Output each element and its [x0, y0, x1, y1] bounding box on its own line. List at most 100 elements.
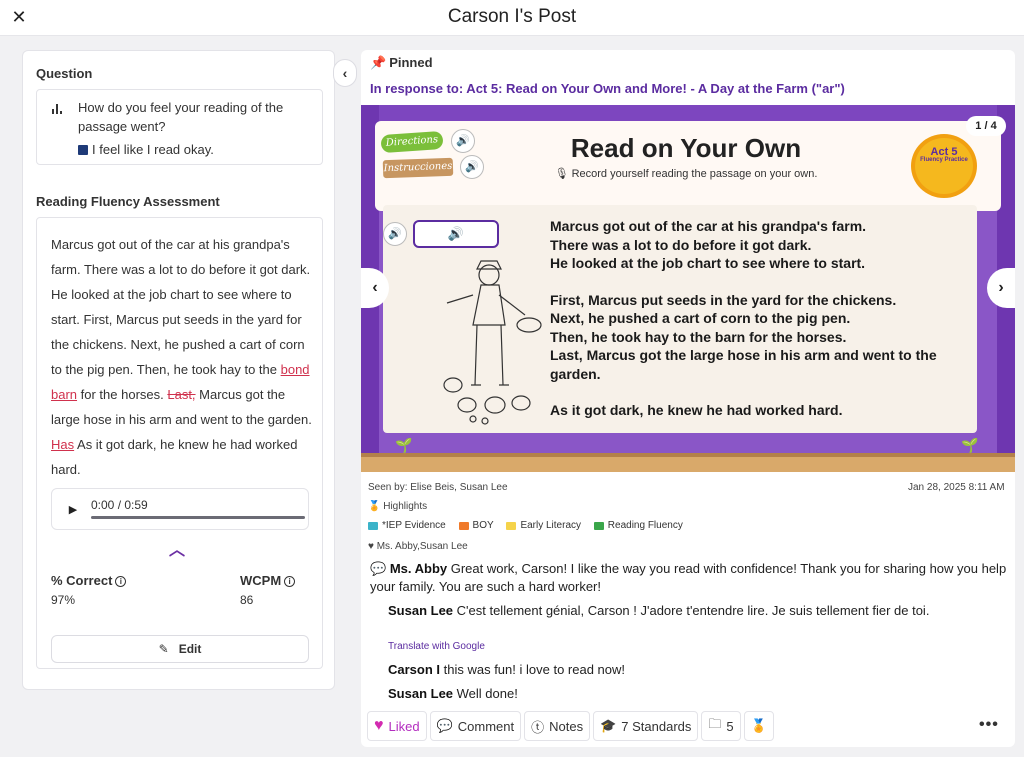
comment-author: Susan Lee	[388, 603, 454, 618]
passage-line: There was a lot to do before it got dark…	[550, 236, 812, 253]
question-box: How do you feel your reading of the pass…	[36, 89, 323, 165]
likes-row: ♥ Ms. Abby,Susan Lee	[368, 541, 468, 552]
activity-image: Directions Instrucciones 🔊 🔊 Read on You…	[361, 105, 1015, 472]
info-icon[interactable]: i	[115, 576, 127, 587]
error-word[interactable]: Has	[51, 437, 74, 452]
pinned-label: Pinned	[389, 55, 433, 70]
notes-label: Notes	[549, 718, 584, 734]
collapse-panel-button[interactable]: ‹	[333, 59, 357, 87]
rfa-label: Reading Fluency Assessment	[36, 194, 220, 209]
tag[interactable]: Early Literacy	[506, 520, 581, 531]
notes-button[interactable]: ⓣ Notes	[524, 711, 591, 741]
pin-icon: 📌	[370, 55, 387, 70]
error-word[interactable]: bond	[281, 362, 310, 377]
heart-icon: ♥	[368, 541, 374, 552]
award-icon: 🏅	[750, 718, 767, 733]
tag[interactable]: Reading Fluency	[593, 520, 683, 531]
microphone-icon: 🎙	[554, 168, 572, 180]
pencil-icon: ✎	[158, 642, 169, 656]
sprout-icon: 🌱	[961, 437, 979, 453]
comment-author: Carson I	[388, 662, 441, 677]
pinned-indicator: 📌 Pinned	[370, 55, 433, 71]
tag-color	[593, 521, 604, 530]
folder-button[interactable]: 🗀 5	[701, 711, 741, 741]
comment-button[interactable]: 💬 Comment	[429, 711, 522, 741]
tag-label: *IEP Evidence	[382, 520, 446, 531]
passage-line: As it got dark, he knew he had worked ha…	[550, 402, 843, 418]
chevron-up-icon[interactable]: ︿	[169, 536, 185, 560]
post-actions: ♥ Liked 💬 Comment ⓣ Notes 🎓 7 Standards 🗀 5 🏅	[367, 711, 774, 741]
comment-icon: 💬	[436, 718, 453, 733]
pct-correct-text: % Correct	[51, 573, 113, 588]
activity-passage: Marcus got out of the car at his grandpa…	[550, 217, 960, 438]
passage-line: Marcus got out of the car at his grandpa…	[550, 218, 867, 234]
activity-subtitle-text: Record yourself reading the passage on y…	[571, 168, 818, 180]
tag[interactable]: *IEP Evidence	[368, 520, 446, 531]
next-arrow[interactable]: ›	[987, 268, 1015, 308]
translate-link[interactable]: Translate with Google	[388, 641, 485, 652]
like-label: Liked	[388, 718, 420, 734]
passage-line: First, Marcus put seeds in the yard for …	[550, 291, 897, 308]
tag-color	[368, 521, 378, 530]
standards-label: 7 Standards	[621, 718, 692, 734]
speaker-icon[interactable]: 🔊	[451, 129, 475, 153]
comment-text: C'est tellement génial, Carson ! J'adore…	[453, 603, 930, 618]
assessment-panel: Question How do you feel your reading of…	[22, 50, 335, 690]
omitted-word[interactable]: Last,	[167, 387, 195, 402]
answer: I feel like I read okay.	[78, 142, 214, 157]
edit-button[interactable]: ✎ Edit	[51, 635, 309, 663]
act-badge-sub: Fluency Practice	[920, 157, 968, 163]
audio-progress-bar[interactable]	[91, 516, 305, 519]
post-date: Jan 28, 2025 8:11 AM	[908, 482, 1005, 493]
pct-correct-label: % Correct i	[51, 573, 127, 588]
info-icon[interactable]: i	[284, 576, 296, 587]
activity-subtitle: 🎙 Record yourself reading the passage on…	[501, 167, 871, 180]
act-badge: Act 5 Fluency Practice	[909, 133, 979, 199]
comment: Carson I this was fun! i love to read no…	[388, 661, 625, 679]
passage-line: He looked at the job chart to see where …	[550, 255, 866, 271]
comment-icon: 💬	[370, 561, 390, 576]
audio-play-bar[interactable]: 🔊	[413, 220, 499, 248]
passage-part: As it got dark, he knew he had worked ha…	[51, 437, 298, 477]
error-word[interactable]: barn	[51, 387, 77, 402]
farmer-illustration	[443, 260, 542, 425]
pct-correct-value: 97%	[51, 593, 76, 607]
in-response-link[interactable]: In response to: Act 5: Read on Your Own …	[370, 81, 845, 96]
passage-part: Marcus got out of the car at his grandpa…	[51, 237, 311, 377]
top-bar: ✕ Carson I's Post	[0, 0, 1024, 36]
speaker-icon[interactable]: 🔊	[460, 155, 484, 179]
tag-color	[458, 521, 469, 530]
like-button[interactable]: ♥ Liked	[367, 711, 427, 741]
question-text: How do you feel your reading of the pass…	[78, 100, 284, 134]
answer-text: I feel like I read okay.	[92, 142, 214, 157]
passage-text: Marcus got out of the car at his grandpa…	[51, 232, 313, 482]
heart-icon: ♥	[374, 717, 384, 734]
question-label: Question	[36, 66, 93, 81]
tag-label: BOY	[472, 520, 494, 531]
comment-text: Well done!	[453, 686, 518, 701]
stage-floor	[361, 457, 1015, 472]
tag-label: Reading Fluency	[607, 520, 683, 531]
comment: 💬 Ms. Abby Great work, Carson! I like th…	[370, 560, 1010, 596]
sprout-icon: 🌱	[395, 437, 413, 453]
instrucciones-tag[interactable]: Instrucciones	[382, 157, 454, 179]
highlights-row: 🏅 Highlights	[368, 501, 427, 512]
comment-author: Susan Lee	[388, 686, 454, 701]
standards-button[interactable]: 🎓 7 Standards	[593, 711, 699, 741]
wcpm-value: 86	[240, 593, 254, 607]
comment-label: Comment	[457, 718, 515, 734]
post-panel: 📌 Pinned In response to: Act 5: Read on Y…	[361, 50, 1015, 747]
wcpm-text: WCPM	[240, 573, 282, 588]
activity-title: Read on Your Own	[570, 133, 802, 163]
highlight-button[interactable]: 🏅	[743, 711, 774, 741]
more-options-icon[interactable]: •••	[979, 716, 999, 734]
folder-count: 5	[726, 718, 734, 734]
speaker-icon: 🔊	[447, 226, 465, 241]
play-icon[interactable]: ▶	[64, 501, 82, 519]
likes-text: Ms. Abby,Susan Lee	[376, 541, 468, 552]
tag[interactable]: BOY	[458, 520, 494, 531]
highlights-icon: 🏅	[368, 501, 381, 512]
speaker-icon[interactable]: 🔊	[383, 222, 407, 246]
passage-line: Then, he took hay to the barn for the ho…	[550, 328, 847, 345]
edit-label: Edit	[178, 642, 202, 656]
